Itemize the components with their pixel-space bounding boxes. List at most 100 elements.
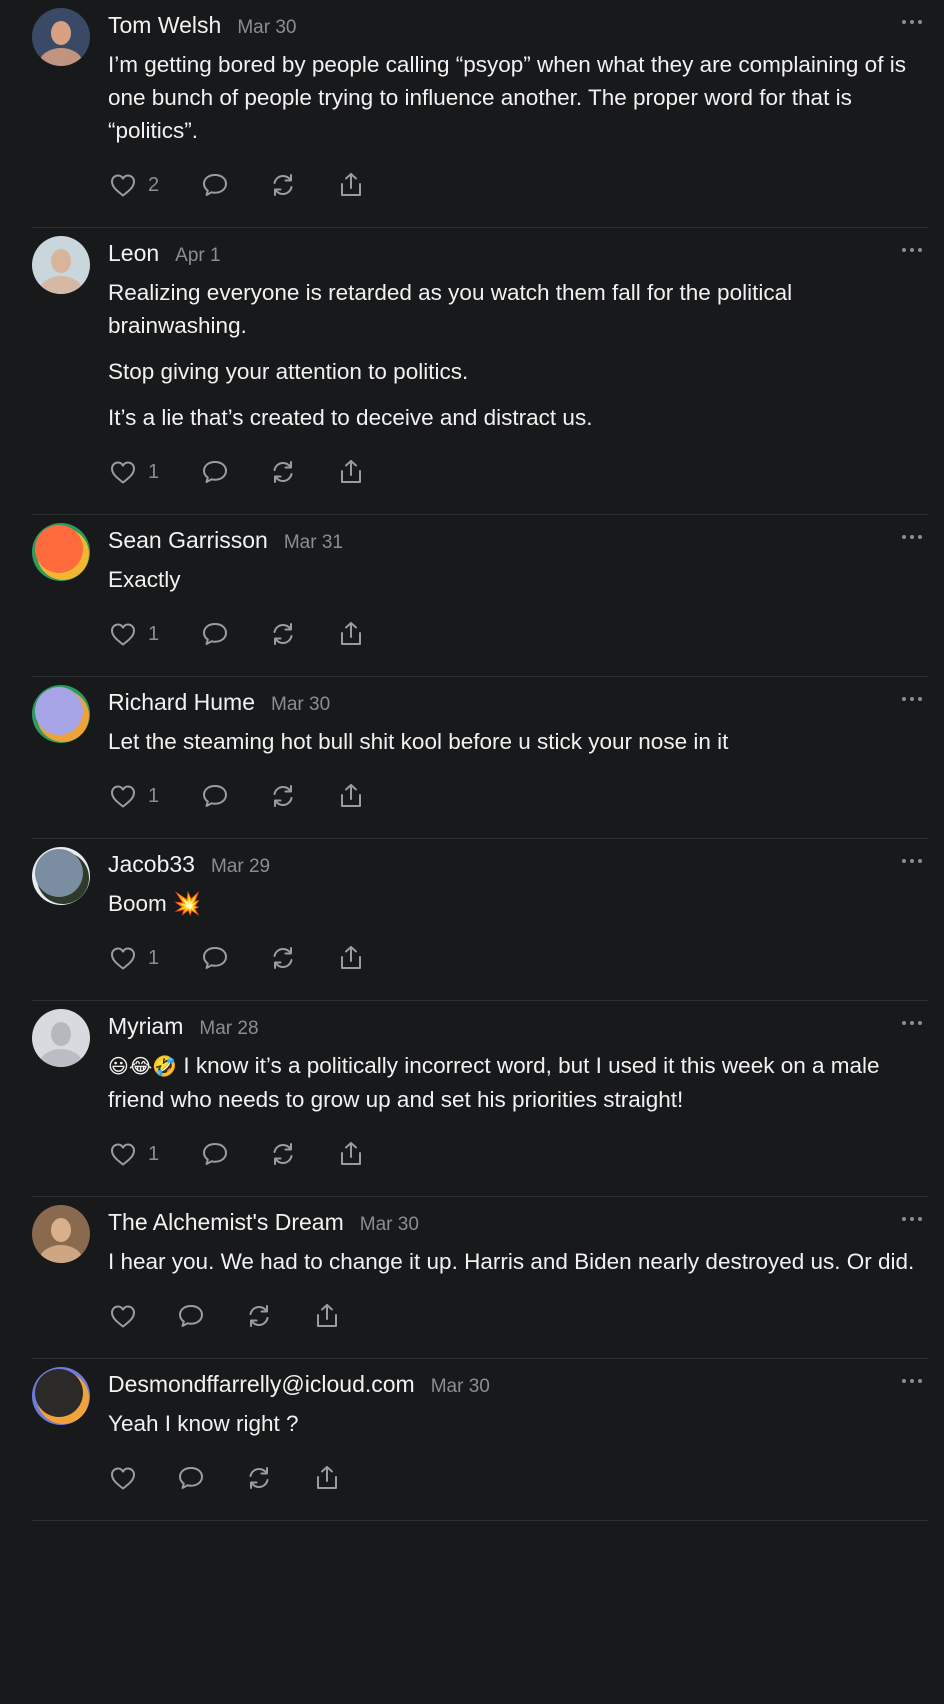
comment-text-block: Realizing everyone is retarded as you wa… [108,276,924,434]
more-dots-icon[interactable] [900,14,924,30]
comment-date[interactable]: Mar 30 [360,1214,419,1236]
comment-item: Leon Apr 1 Realizing everyone is retarded … [0,228,944,515]
comment-date[interactable]: Mar 30 [271,694,330,716]
like-count: 1 [148,1142,160,1165]
like-count: 1 [148,784,160,807]
share-button[interactable] [336,170,366,200]
comment-date[interactable]: Apr 1 [175,245,220,267]
restack-button[interactable] [244,1301,274,1331]
comment-text: Yeah I know right ? [108,1411,299,1436]
author-name[interactable]: The Alchemist's Dream [108,1209,344,1236]
comment-date[interactable]: Mar 30 [237,17,296,39]
reply-button[interactable] [200,619,230,649]
like-button[interactable]: 1 [108,457,162,487]
comment-body: Myriam Mar 28 😃😂🤣 I know it’s a politicall… [108,1013,924,1174]
author-name[interactable]: Leon [108,240,159,267]
comments-feed: Tom Welsh Mar 30 I’m getting bored by peop… [0,0,944,1521]
like-button[interactable]: 1 [108,943,162,973]
speech-bubble-icon [200,1139,230,1169]
comment-actions: 1 [108,776,924,816]
restack-icon [244,1463,274,1493]
reply-button[interactable] [200,457,230,487]
share-icon [336,781,366,811]
comment-text: Boom 💥 [108,891,202,916]
share-button[interactable] [336,457,366,487]
more-dots-icon[interactable] [900,1373,924,1389]
comment-body: Jacob33 Mar 29 Boom 💥 1 [108,851,924,978]
restack-button[interactable] [268,781,298,811]
share-button[interactable] [312,1463,342,1493]
comment-body: Sean Garrisson Mar 31 Exactly 1 [108,527,924,654]
author-name[interactable]: Sean Garrisson [108,527,268,554]
comment-date[interactable]: Mar 31 [284,532,343,554]
share-button[interactable] [336,943,366,973]
comment-header: Richard Hume Mar 30 [108,689,924,715]
divider [32,1520,928,1521]
restack-icon [268,781,298,811]
more-dots-icon[interactable] [900,691,924,707]
like-button[interactable]: 1 [108,619,162,649]
avatar[interactable] [32,1009,90,1067]
avatar[interactable] [32,236,90,294]
share-button[interactable] [336,619,366,649]
like-button[interactable]: 1 [108,1139,162,1169]
more-dots-icon[interactable] [900,853,924,869]
restack-button[interactable] [268,1139,298,1169]
reply-button[interactable] [200,1139,230,1169]
restack-button[interactable] [268,619,298,649]
share-icon [336,943,366,973]
reply-button[interactable] [200,170,230,200]
restack-icon [268,457,298,487]
author-name[interactable]: Myriam [108,1013,183,1040]
like-button[interactable] [108,1463,138,1493]
comment-header: The Alchemist's Dream Mar 30 [108,1209,924,1235]
author-name[interactable]: Tom Welsh [108,12,221,39]
share-button[interactable] [336,781,366,811]
avatar[interactable] [32,685,90,743]
speech-bubble-icon [176,1301,206,1331]
comment-date[interactable]: Mar 30 [431,1376,490,1398]
reply-button[interactable] [200,781,230,811]
author-name[interactable]: Jacob33 [108,851,195,878]
comment-text: Realizing everyone is retarded as you wa… [108,280,793,338]
comment-item: The Alchemist's Dream Mar 30 I hear you. W… [0,1197,944,1359]
restack-button[interactable] [268,943,298,973]
avatar[interactable] [32,847,90,905]
share-button[interactable] [336,1139,366,1169]
author-name[interactable]: Desmondffarrelly@icloud.com [108,1371,415,1398]
more-dots-icon[interactable] [900,1015,924,1031]
avatar[interactable] [32,1367,90,1425]
like-count: 1 [148,460,160,483]
comment-date[interactable]: Mar 29 [211,856,270,878]
comment-actions: 1 [108,938,924,978]
like-count: 1 [148,622,160,645]
share-button[interactable] [312,1301,342,1331]
speech-bubble-icon [176,1463,206,1493]
like-button[interactable] [108,1301,138,1331]
comment-date[interactable]: Mar 28 [199,1018,258,1040]
more-dots-icon[interactable] [900,242,924,258]
avatar[interactable] [32,1205,90,1263]
reply-button[interactable] [176,1463,206,1493]
comment-body: The Alchemist's Dream Mar 30 I hear you. W… [108,1209,924,1336]
like-button[interactable]: 1 [108,781,162,811]
speech-bubble-icon [200,781,230,811]
comment-text-block: I hear you. We had to change it up. Harr… [108,1245,924,1278]
like-button[interactable]: 2 [108,170,162,200]
reply-button[interactable] [200,943,230,973]
avatar[interactable] [32,8,90,66]
restack-icon [268,619,298,649]
more-dots-icon[interactable] [900,1211,924,1227]
restack-button[interactable] [268,457,298,487]
restack-button[interactable] [268,170,298,200]
comment-body: Tom Welsh Mar 30 I’m getting bored by peop… [108,12,924,205]
restack-button[interactable] [244,1463,274,1493]
avatar[interactable] [32,523,90,581]
author-name[interactable]: Richard Hume [108,689,255,716]
reply-button[interactable] [176,1301,206,1331]
comment-text-block: Boom 💥 [108,887,924,920]
comment-actions [108,1458,924,1498]
comment-header: Jacob33 Mar 29 [108,851,924,877]
comment-text-block: I’m getting bored by people calling “psy… [108,48,924,147]
more-dots-icon[interactable] [900,529,924,545]
